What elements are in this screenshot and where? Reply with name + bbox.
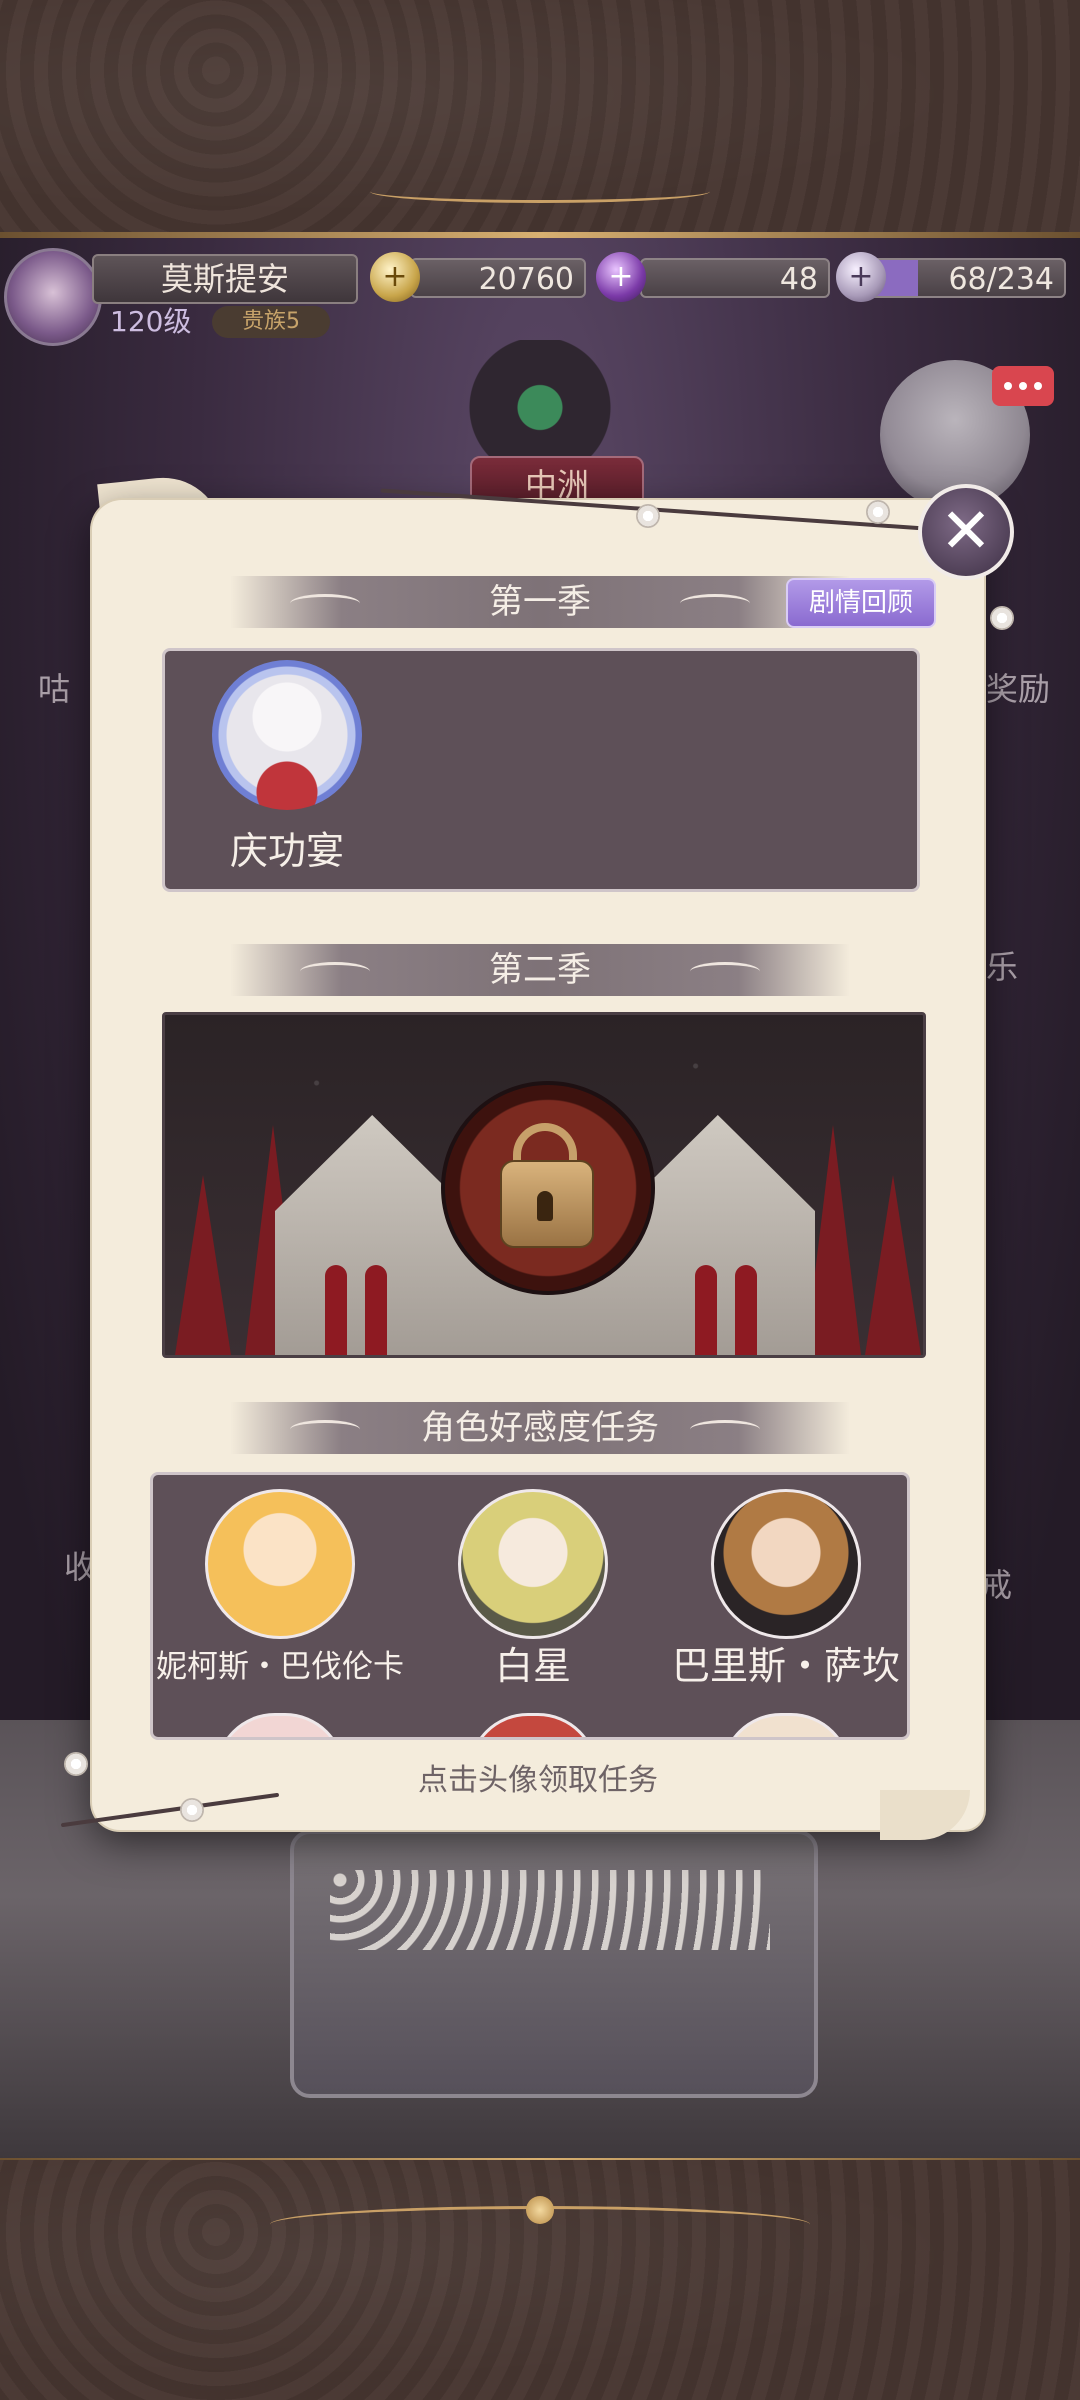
- spire: [865, 1175, 921, 1355]
- season2-locked-panel[interactable]: [162, 1012, 926, 1358]
- ticket-icon: +: [836, 252, 886, 302]
- bottom-flourish-gem: [526, 2196, 554, 2224]
- character-avatar-partial[interactable]: [721, 1713, 851, 1737]
- affinity-panel: 妮柯斯・巴伐伦卡 白星 巴里斯・萨坎: [150, 1472, 910, 1740]
- story-review-button[interactable]: 剧情回顾: [786, 578, 936, 628]
- gem-icon: +: [596, 252, 646, 302]
- character-avatar-partial[interactable]: [215, 1713, 345, 1737]
- swirl-ornament: [690, 962, 760, 981]
- cathedral-window: [735, 1265, 757, 1355]
- character-name: 巴里斯・萨坎: [671, 1644, 900, 1688]
- chat-dot: [1034, 382, 1042, 390]
- bg-menu-label-right-3[interactable]: 戒: [980, 1560, 1012, 1606]
- character-avatar-partial[interactable]: [468, 1713, 598, 1737]
- swirl-ornament: [690, 1420, 760, 1439]
- close-icon[interactable]: ✕: [918, 484, 1014, 580]
- story-episode-label: 庆功宴: [229, 829, 344, 873]
- player-rank-badge[interactable]: 贵族5: [212, 306, 330, 338]
- rose-ornament: [180, 1798, 204, 1822]
- player-level: 120级: [110, 305, 192, 338]
- spire: [175, 1175, 231, 1355]
- character-avatar-baixing[interactable]: [458, 1489, 608, 1639]
- rose-ornament: [64, 1752, 88, 1776]
- chat-dot: [1004, 382, 1012, 390]
- swirl-ornament: [680, 594, 750, 613]
- character-avatar-nikos[interactable]: [205, 1489, 355, 1639]
- character-name: 白星: [494, 1644, 571, 1688]
- bg-menu-label-right-2[interactable]: 乐: [986, 942, 1018, 988]
- player-name[interactable]: 莫斯提安: [92, 254, 358, 304]
- bg-menu-label-right[interactable]: 奖励: [986, 664, 1050, 710]
- keyhole: [537, 1191, 553, 1221]
- rose-ornament: [636, 504, 660, 528]
- season1-title: 第一季: [489, 582, 591, 622]
- cathedral-window: [325, 1265, 347, 1355]
- rose-ornament: [990, 606, 1014, 630]
- season1-banner: 第一季: [230, 576, 850, 628]
- top-flourish: [370, 180, 710, 203]
- affinity-banner: 角色好感度任务: [230, 1402, 850, 1454]
- character-name: 妮柯斯・巴伐伦卡: [156, 1649, 404, 1685]
- chat-dot: [1019, 382, 1027, 390]
- cathedral-window: [365, 1265, 387, 1355]
- season2-banner: 第二季: [230, 944, 850, 996]
- coin-counter[interactable]: 20760: [410, 258, 586, 298]
- character-avatar-baris[interactable]: [711, 1489, 861, 1639]
- affinity-hint: 点击头像领取任务: [418, 1763, 658, 1798]
- bg-menu-label-left[interactable]: 咕: [38, 664, 70, 710]
- coin-icon: +: [370, 252, 420, 302]
- gem-counter[interactable]: 48: [640, 258, 830, 298]
- story-episode-avatar[interactable]: [212, 660, 362, 810]
- pearl-necklaces: [330, 1870, 770, 1950]
- cathedral-window: [695, 1265, 717, 1355]
- player-avatar[interactable]: [4, 248, 102, 346]
- rose-ornament: [866, 500, 890, 524]
